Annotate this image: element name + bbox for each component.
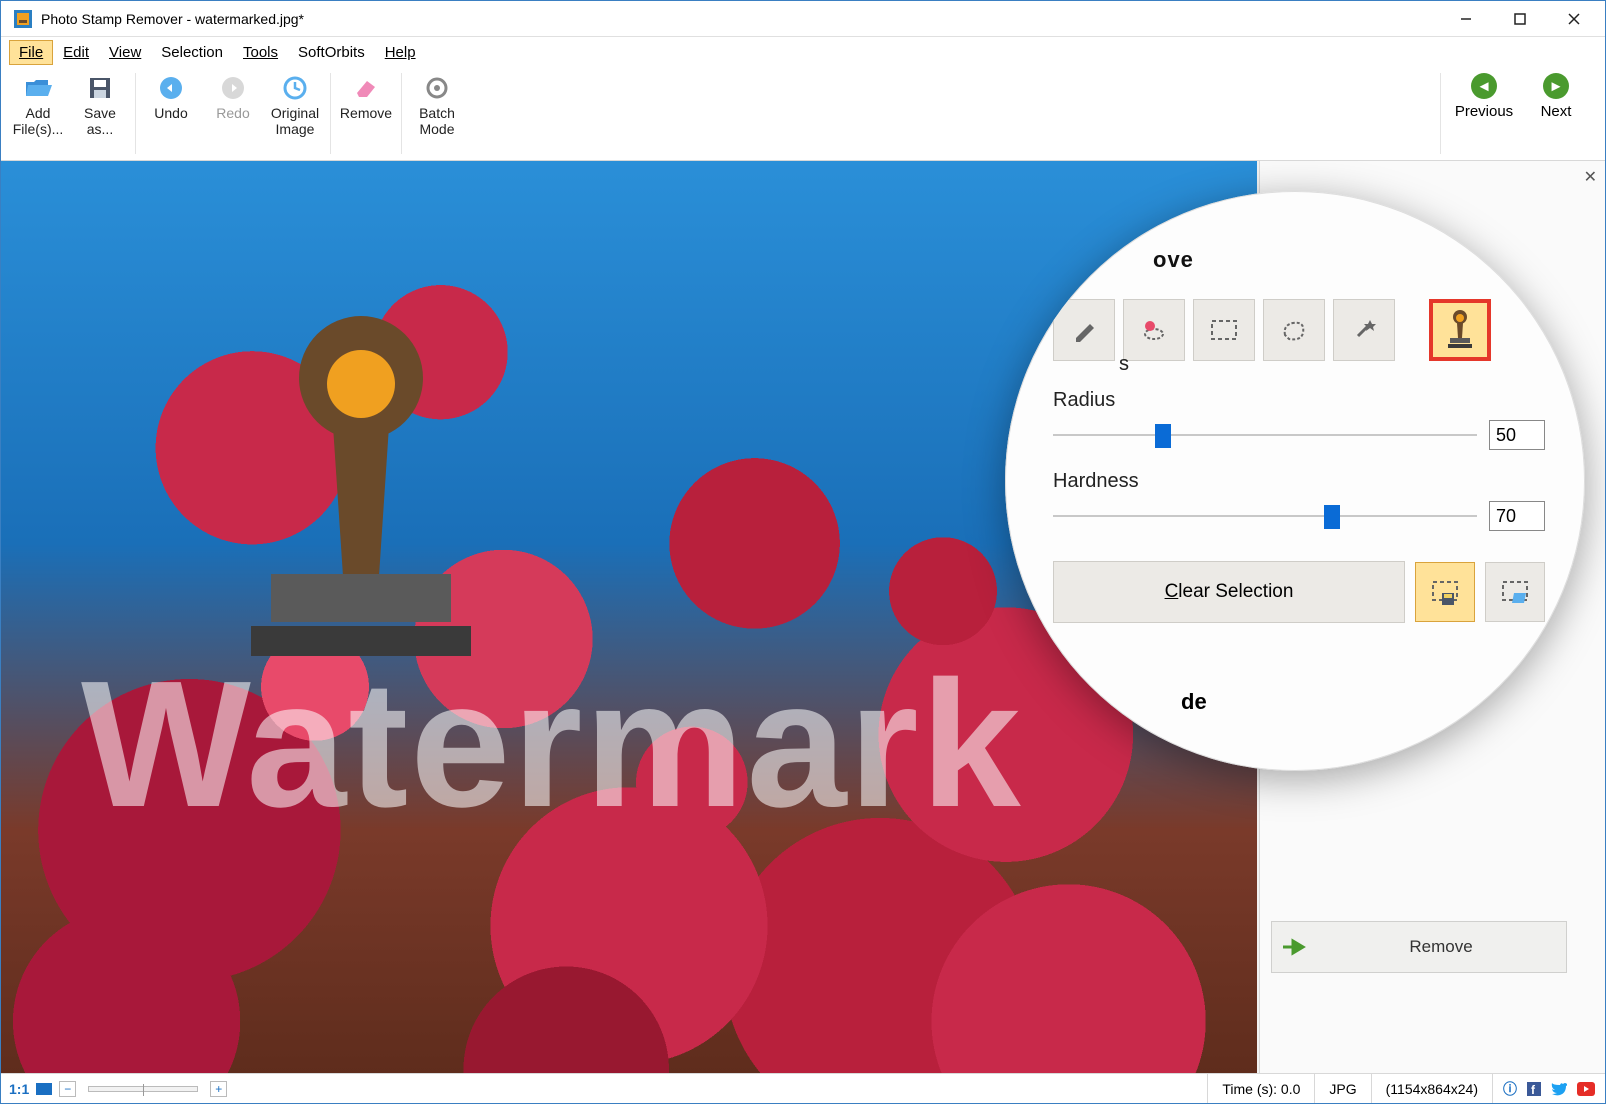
- toolbar: Add File(s)... Save as... Undo Redo Orig…: [1, 67, 1605, 161]
- load-selection-button[interactable]: [1485, 562, 1545, 622]
- status-time: Time (s): 0.0: [1207, 1074, 1314, 1103]
- clone-stamp-tool[interactable]: [1429, 299, 1491, 361]
- twitter-icon[interactable]: [1551, 1082, 1567, 1096]
- hardness-value-input[interactable]: 70: [1489, 501, 1545, 531]
- rectangle-select-tool[interactable]: [1193, 299, 1255, 361]
- remove-action-button[interactable]: Remove: [1271, 921, 1567, 973]
- menu-help[interactable]: Help: [375, 40, 426, 65]
- fit-screen-button[interactable]: [35, 1082, 53, 1096]
- magic-wand-tool[interactable]: [1333, 299, 1395, 361]
- maximize-button[interactable]: [1493, 2, 1547, 36]
- menu-file[interactable]: File: [9, 40, 53, 65]
- menu-view[interactable]: View: [99, 40, 151, 65]
- previous-button[interactable]: ◄ Previous: [1451, 67, 1517, 160]
- next-button[interactable]: ► Next: [1523, 67, 1589, 160]
- freeform-select-tool[interactable]: [1263, 299, 1325, 361]
- hardness-label: Hardness: [1053, 470, 1545, 493]
- save-selection-button[interactable]: [1415, 562, 1475, 622]
- color-select-tool[interactable]: [1123, 299, 1185, 361]
- remove-button[interactable]: Remove: [335, 67, 397, 160]
- status-dimensions: (1154x864x24): [1371, 1074, 1492, 1103]
- redo-icon: [218, 73, 248, 103]
- app-icon: [13, 9, 33, 29]
- main-area: ✕ Watermark Remove ove: [1, 161, 1605, 1073]
- folder-open-icon: [23, 73, 53, 103]
- magnifier-overlay: ove s: [1005, 191, 1585, 771]
- eraser-icon: [351, 73, 381, 103]
- hardness-slider[interactable]: [1053, 515, 1477, 517]
- menu-tools[interactable]: Tools: [233, 40, 288, 65]
- save-as-button[interactable]: Save as...: [69, 67, 131, 160]
- close-button[interactable]: [1547, 2, 1601, 36]
- menu-softorbits[interactable]: SoftOrbits: [288, 40, 375, 65]
- pencil-tool[interactable]: [1053, 299, 1115, 361]
- run-arrow-icon: [1272, 937, 1316, 957]
- zoom-out-button[interactable]: −: [59, 1081, 76, 1097]
- menu-bar: File Edit View Selection Tools SoftOrbit…: [1, 37, 1605, 67]
- arrow-right-icon: ►: [1543, 73, 1569, 99]
- info-icon[interactable]: ⓘ: [1503, 1079, 1517, 1099]
- arrow-left-icon: ◄: [1471, 73, 1497, 99]
- undo-icon: [156, 73, 186, 103]
- undo-button[interactable]: Undo: [140, 67, 202, 160]
- status-bar: 1:1 − + Time (s): 0.0 JPG (1154x864x24) …: [1, 1073, 1605, 1103]
- title-bar: Photo Stamp Remover - watermarked.jpg*: [1, 1, 1605, 37]
- zoom-slider[interactable]: [88, 1086, 198, 1092]
- window-title: Photo Stamp Remover - watermarked.jpg*: [41, 11, 1439, 27]
- zoom-in-button[interactable]: +: [210, 1081, 227, 1097]
- stamp-illustration-icon: [211, 316, 511, 716]
- menu-edit[interactable]: Edit: [53, 40, 99, 65]
- radius-value-input[interactable]: 50: [1489, 420, 1545, 450]
- original-image-button[interactable]: Original Image: [264, 67, 326, 160]
- panel-close-button[interactable]: ✕: [1584, 167, 1597, 187]
- panel-header: ove: [1153, 247, 1545, 273]
- add-files-button[interactable]: Add File(s)...: [7, 67, 69, 160]
- clear-selection-button[interactable]: Clear Selection: [1053, 561, 1405, 623]
- save-icon: [85, 73, 115, 103]
- history-icon: [280, 73, 310, 103]
- facebook-icon[interactable]: f: [1527, 1082, 1541, 1096]
- selection-tools-row: [1053, 299, 1545, 361]
- redo-button[interactable]: Redo: [202, 67, 264, 160]
- radius-slider[interactable]: [1053, 434, 1477, 436]
- status-format: JPG: [1314, 1074, 1370, 1103]
- window-controls: [1439, 2, 1601, 36]
- batch-mode-button[interactable]: Batch Mode: [406, 67, 468, 160]
- youtube-icon[interactable]: [1577, 1082, 1595, 1096]
- radius-label: Radius: [1053, 389, 1545, 412]
- gear-icon: [422, 73, 452, 103]
- minimize-button[interactable]: [1439, 2, 1493, 36]
- mode-label-partial: de: [1181, 689, 1207, 715]
- zoom-11-button[interactable]: 1:1: [9, 1081, 29, 1097]
- menu-selection[interactable]: Selection: [151, 40, 233, 65]
